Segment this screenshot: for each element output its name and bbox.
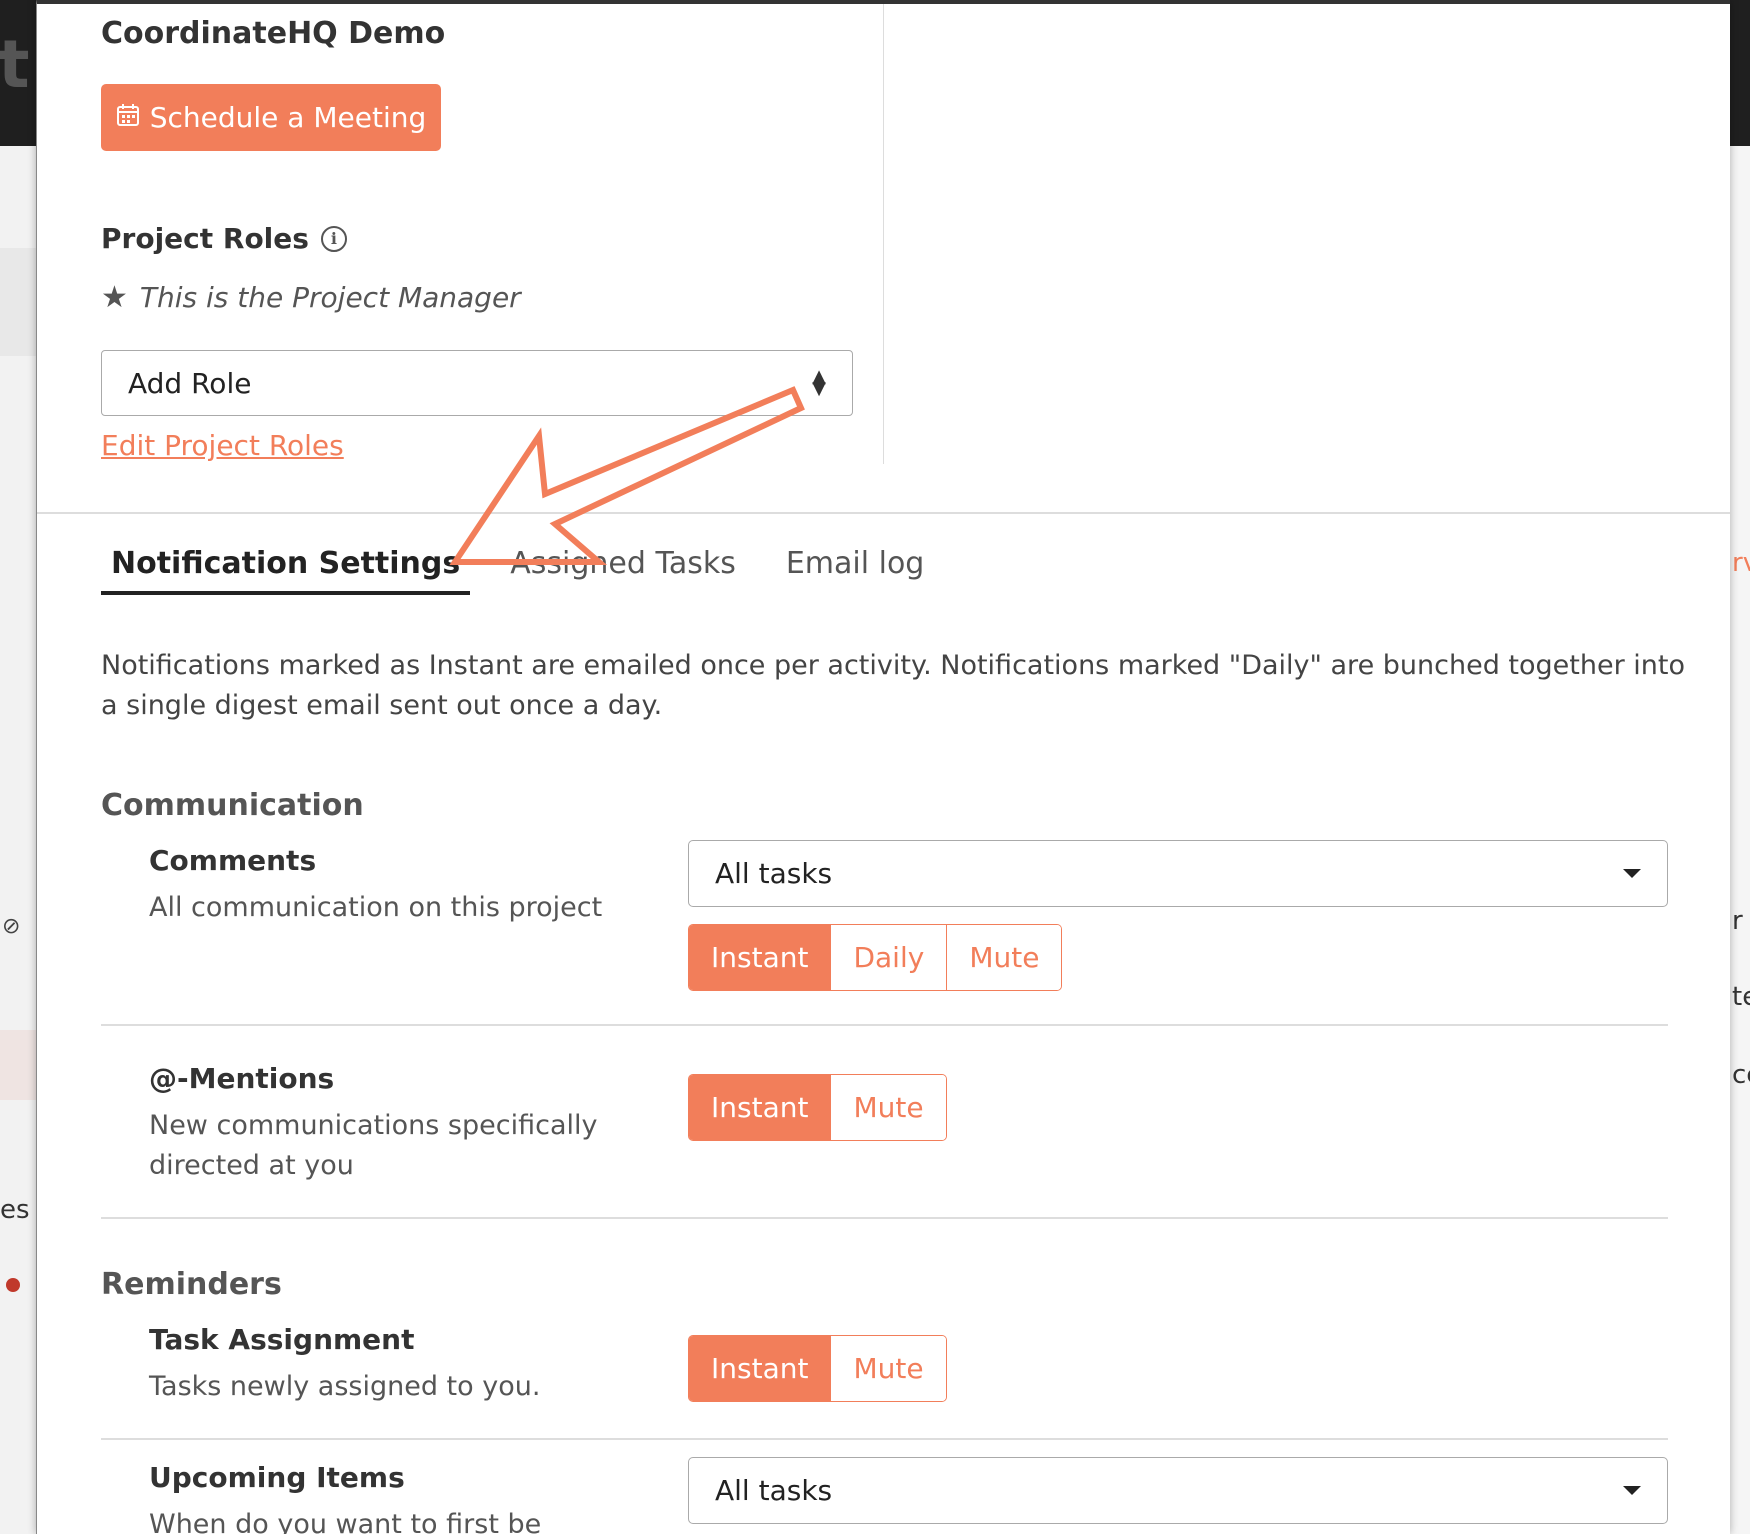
star-icon: ★ bbox=[101, 280, 128, 315]
row-divider bbox=[101, 1438, 1668, 1440]
caret-down-icon bbox=[1623, 1486, 1641, 1495]
background-text-fragment: te bbox=[1732, 982, 1750, 1012]
caret-down-icon bbox=[1623, 869, 1641, 878]
row-divider bbox=[101, 1217, 1668, 1219]
calendar-icon bbox=[116, 103, 140, 133]
background-band-highlight bbox=[0, 1030, 36, 1100]
annotation-arrow-icon bbox=[449, 386, 805, 565]
communication-heading: Communication bbox=[101, 788, 364, 823]
comments-description: All communication on this project bbox=[149, 892, 603, 923]
comments-mute-button[interactable]: Mute bbox=[946, 925, 1062, 990]
upcoming-items-scope-value: All tasks bbox=[715, 1474, 833, 1507]
background-header-dark: t bbox=[0, 0, 36, 146]
row-divider bbox=[101, 1024, 1668, 1026]
project-roles-label: Project Roles bbox=[101, 222, 309, 255]
comments-daily-button[interactable]: Daily bbox=[830, 925, 947, 990]
info-icon[interactable]: i bbox=[320, 225, 347, 252]
mentions-frequency-toggle: Instant Mute bbox=[688, 1074, 947, 1141]
upcoming-items-scope-select[interactable]: All tasks bbox=[688, 1457, 1668, 1524]
comments-title: Comments bbox=[149, 844, 317, 877]
task-assignment-description: Tasks newly assigned to you. bbox=[149, 1371, 541, 1402]
task-assignment-title: Task Assignment bbox=[149, 1323, 415, 1356]
edit-project-roles-link[interactable]: Edit Project Roles bbox=[101, 429, 344, 462]
project-member-modal: CoordinateHQ Demo Schedule a Meeting Pro… bbox=[36, 0, 1730, 1534]
reminders-heading: Reminders bbox=[101, 1267, 282, 1302]
task-assignment-instant-button[interactable]: Instant bbox=[689, 1336, 831, 1401]
comments-instant-button[interactable]: Instant bbox=[689, 925, 831, 990]
tab-notification-settings[interactable]: Notification Settings bbox=[101, 546, 471, 595]
comments-scope-value: All tasks bbox=[715, 857, 833, 890]
project-manager-note: ★ This is the Project Manager bbox=[101, 280, 521, 315]
background-app-right: rv r te cc bbox=[1730, 0, 1750, 1534]
add-role-select-value: Add Role bbox=[128, 366, 252, 400]
schedule-meeting-label: Schedule a Meeting bbox=[149, 101, 427, 134]
project-manager-note-text: This is the Project Manager bbox=[139, 281, 521, 314]
status-dot bbox=[6, 1278, 20, 1292]
mentions-instant-button[interactable]: Instant bbox=[689, 1075, 831, 1140]
project-title: CoordinateHQ Demo bbox=[101, 16, 446, 51]
upcoming-items-description: When do you want to first be notified bbox=[149, 1509, 542, 1534]
mentions-description: New communications specifically directed… bbox=[149, 1110, 598, 1181]
section-divider bbox=[37, 512, 1730, 514]
comments-scope-select[interactable]: All tasks bbox=[688, 840, 1668, 907]
schedule-meeting-button[interactable]: Schedule a Meeting bbox=[101, 84, 441, 151]
mentions-title: @-Mentions bbox=[149, 1062, 335, 1095]
upcoming-items-title: Upcoming Items bbox=[149, 1461, 405, 1494]
task-assignment-mute-button[interactable]: Mute bbox=[830, 1336, 946, 1401]
project-roles-heading: Project Roles i bbox=[101, 222, 347, 255]
comments-frequency-toggle: Instant Daily Mute bbox=[688, 924, 1063, 991]
background-text-fragment: r bbox=[1732, 906, 1743, 936]
column-divider bbox=[883, 4, 884, 464]
background-text-fragment: cc bbox=[1732, 1060, 1750, 1090]
background-text-fragment: t bbox=[0, 26, 30, 103]
background-header-dark bbox=[1730, 0, 1750, 146]
background-band bbox=[0, 248, 36, 356]
mentions-mute-button[interactable]: Mute bbox=[830, 1075, 946, 1140]
background-app-left: t ⊘ es bbox=[0, 0, 36, 1534]
notification-intro-text: Notifications marked as Instant are emai… bbox=[101, 650, 1685, 721]
background-text-fragment: rv bbox=[1732, 548, 1750, 578]
eye-slash-icon: ⊘ bbox=[2, 914, 21, 939]
background-text-fragment: es bbox=[0, 1195, 30, 1225]
task-assignment-frequency-toggle: Instant Mute bbox=[688, 1335, 947, 1402]
